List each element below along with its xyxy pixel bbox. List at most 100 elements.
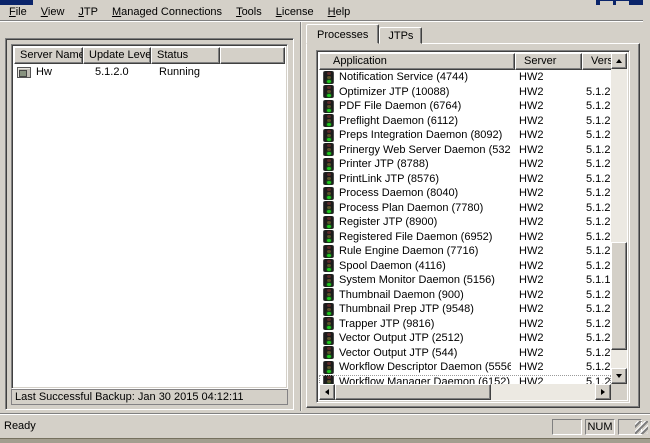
process-version: 5.1.2.: [578, 129, 611, 141]
menu-item[interactable]: Help: [321, 5, 358, 20]
process-row[interactable]: Optimizer JTP (10088) HW2 5.1.2.: [319, 85, 611, 100]
vertical-scroll-track[interactable]: [611, 69, 627, 368]
tab-processes[interactable]: Processes: [306, 24, 379, 44]
process-server: HW2: [511, 274, 578, 286]
process-row[interactable]: System Monitor Daemon (5156) HW2 5.1.1.: [319, 273, 611, 288]
resize-grip[interactable]: [635, 421, 648, 434]
scroll-right-button[interactable]: [595, 384, 611, 400]
process-version: 5.1.2.: [578, 115, 611, 127]
process-server: HW2: [511, 86, 578, 98]
traffic-light-green-icon: [324, 317, 333, 330]
window-bottom-border: [0, 438, 650, 443]
menu-item-label: elp: [336, 6, 351, 18]
column-header-server[interactable]: Server: [515, 53, 582, 70]
process-server: HW2: [511, 71, 578, 83]
left-arrow-icon: [325, 389, 329, 395]
process-application: Workflow Manager Daemon (6152): [333, 376, 511, 384]
traffic-light-green-icon: [324, 216, 333, 229]
process-row[interactable]: Register JTP (8900) HW2 5.1.2.: [319, 215, 611, 230]
process-row[interactable]: Prinergy Web Server Daemon (5328) HW2 5.…: [319, 143, 611, 158]
column-header-server-name[interactable]: Server Name: [14, 47, 83, 64]
menu-item-label: ile: [16, 6, 27, 18]
process-server: HW2: [511, 376, 578, 384]
menu-item[interactable]: View: [34, 5, 72, 20]
tab-jtps[interactable]: JTPs: [379, 27, 422, 44]
process-version: 5.1.2.: [578, 187, 611, 199]
process-row[interactable]: Vector Output JTP (544) HW2 5.1.2.: [319, 346, 611, 361]
column-header-update-level[interactable]: Update Level: [83, 47, 151, 64]
column-header-blank: [220, 47, 285, 64]
process-application: Vector Output JTP (544): [333, 347, 511, 359]
vertical-scrollbar[interactable]: [611, 53, 627, 384]
column-header-application[interactable]: Application: [319, 53, 515, 70]
process-row[interactable]: PDF File Daemon (6764) HW2 5.1.2.: [319, 99, 611, 114]
process-row[interactable]: Rule Engine Daemon (7716) HW2 5.1.2.: [319, 244, 611, 259]
process-row[interactable]: Registered File Daemon (6952) HW2 5.1.2.: [319, 230, 611, 245]
process-application: Thumbnail Daemon (900): [333, 289, 511, 301]
process-row[interactable]: Process Daemon (8040) HW2 5.1.2.: [319, 186, 611, 201]
menu-item[interactable]: Tools: [229, 5, 269, 20]
menu-item-label: anaged Connections: [121, 6, 222, 18]
server-row[interactable]: Hw 5.1.2.0 Running: [14, 64, 285, 80]
process-version: 5.1.2.: [578, 216, 611, 228]
traffic-light-green-icon: [324, 129, 333, 142]
process-application: Preps Integration Daemon (8092): [333, 129, 511, 141]
horizontal-scroll-thumb[interactable]: [335, 384, 491, 400]
process-server: HW2: [511, 144, 578, 156]
process-server: HW2: [511, 129, 578, 141]
menu-item-mnemonic: H: [328, 6, 336, 18]
process-row[interactable]: Preps Integration Daemon (8092) HW2 5.1.…: [319, 128, 611, 143]
menu-item[interactable]: JTP: [71, 5, 105, 20]
scroll-left-button[interactable]: [319, 384, 335, 400]
horizontal-scrollbar[interactable]: [319, 384, 611, 400]
process-row[interactable]: Workflow Manager Daemon (6152) HW2 5.1.2…: [319, 375, 611, 385]
process-version: 5.1.2.: [578, 361, 611, 373]
process-row[interactable]: Notification Service (4744) HW2: [319, 70, 611, 85]
process-row[interactable]: Spool Daemon (4116) HW2 5.1.2.: [319, 259, 611, 274]
process-row[interactable]: Vector Output JTP (2512) HW2 5.1.2.: [319, 331, 611, 346]
horizontal-scroll-track[interactable]: [335, 384, 595, 400]
menu-item[interactable]: File: [2, 5, 34, 20]
process-version: 5.1.2.: [578, 245, 611, 257]
process-row[interactable]: Trapper JTP (9816) HW2 5.1.2.: [319, 317, 611, 332]
scroll-down-button[interactable]: [611, 368, 627, 384]
traffic-light-green-icon: [324, 201, 333, 214]
process-row[interactable]: PrintLink JTP (8576) HW2 5.1.2.: [319, 172, 611, 187]
menu-item[interactable]: Managed Connections: [105, 5, 229, 20]
process-row[interactable]: Process Plan Daemon (7780) HW2 5.1.2.: [319, 201, 611, 216]
process-application: Workflow Descriptor Daemon (5556): [333, 361, 511, 373]
process-server: HW2: [511, 187, 578, 199]
process-application: PrintLink JTP (8576): [333, 173, 511, 185]
process-server: HW2: [511, 347, 578, 359]
process-row[interactable]: Workflow Descriptor Daemon (5556) HW2 5.…: [319, 360, 611, 375]
process-server: HW2: [511, 289, 578, 301]
menu-item[interactable]: License: [269, 5, 321, 20]
traffic-light-green-icon: [324, 71, 333, 84]
process-row[interactable]: Thumbnail Prep JTP (9548) HW2 5.1.2.: [319, 302, 611, 317]
processes-table: Application Server Version Notification …: [316, 50, 630, 403]
process-application: Notification Service (4744): [333, 71, 511, 83]
process-row[interactable]: Printer JTP (8788) HW2 5.1.2.: [319, 157, 611, 172]
process-server: HW2: [511, 231, 578, 243]
vertical-scroll-thumb[interactable]: [611, 242, 627, 350]
process-row[interactable]: Preflight Daemon (6112) HW2 5.1.2.: [319, 114, 611, 129]
traffic-light-green-icon: [324, 143, 333, 156]
process-application: Register JTP (8900): [333, 216, 511, 228]
scroll-up-button[interactable]: [611, 53, 627, 69]
traffic-light-green-icon: [324, 172, 333, 185]
panel-splitter[interactable]: [295, 22, 301, 411]
process-server: HW2: [511, 245, 578, 257]
process-application: Preflight Daemon (6112): [333, 115, 511, 127]
process-version: 5.1.2.: [578, 332, 611, 344]
column-header-version[interactable]: Version: [582, 53, 611, 70]
traffic-light-green-icon: [324, 100, 333, 113]
process-server: HW2: [511, 173, 578, 185]
process-server: HW2: [511, 100, 578, 112]
column-header-status[interactable]: Status: [151, 47, 220, 64]
process-server: HW2: [511, 216, 578, 228]
right-panel: Processes JTPs Application Server Versio…: [302, 22, 643, 410]
process-row[interactable]: Thumbnail Daemon (900) HW2 5.1.2.: [319, 288, 611, 303]
process-server: HW2: [511, 303, 578, 315]
traffic-light-green-icon: [324, 303, 333, 316]
last-backup-field: Last Successful Backup: Jan 30 2015 04:1…: [11, 389, 288, 405]
